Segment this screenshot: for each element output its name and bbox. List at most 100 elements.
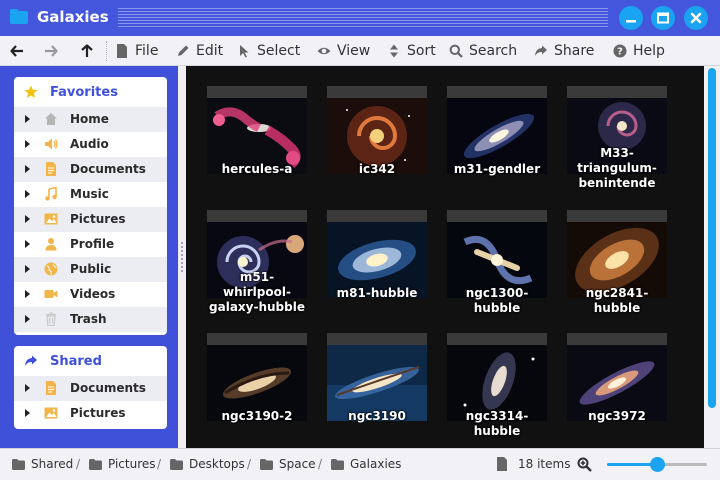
file-menu[interactable]: File (115, 36, 158, 66)
expand-arrow-icon[interactable] (25, 240, 30, 248)
file-thumbnail[interactable]: m31-gendler (447, 86, 547, 190)
file-thumbnail[interactable]: ngc1300-hubble (447, 210, 547, 315)
thumbnail-header (327, 210, 427, 222)
file-thumbnail[interactable]: ic342 (327, 86, 427, 190)
expand-arrow-icon[interactable] (25, 265, 30, 273)
file-thumbnail[interactable]: ngc3190-2 (207, 333, 307, 437)
file-thumbnail[interactable]: ngc3314-hubble (447, 333, 547, 438)
menu-separator (106, 41, 107, 61)
breadcrumb-item[interactable]: Space (260, 457, 316, 471)
sidebar-item-public[interactable]: Public (14, 257, 167, 282)
expand-arrow-icon[interactable] (25, 290, 30, 298)
sidebar-item-label: Videos (70, 287, 116, 301)
file-name: ngc2841-hubble (585, 286, 649, 315)
minimize-button[interactable] (619, 6, 643, 30)
title-drag-area[interactable] (118, 8, 608, 28)
sidebar-item-trash[interactable]: Trash (14, 307, 167, 332)
file-thumbnail[interactable]: ngc3190 (327, 333, 427, 437)
sidebar-item-pictures[interactable]: Pictures (14, 401, 167, 426)
select-menu[interactable]: Select (237, 36, 300, 66)
sidebar-item-home[interactable]: Home (14, 107, 167, 132)
up-icon (81, 44, 93, 57)
thumbnail-header (207, 333, 307, 345)
breadcrumb-separator: / (76, 457, 81, 471)
scrollbar-thumb[interactable] (708, 68, 716, 408)
file-name: ngc3190 (348, 409, 406, 423)
sidebar-item-documents[interactable]: Documents (14, 157, 167, 182)
maximize-button[interactable] (651, 6, 675, 30)
sidebar-item-audio[interactable]: Audio (14, 132, 167, 157)
forward-button[interactable] (44, 36, 64, 66)
forward-icon (45, 45, 58, 57)
sidebar-item-label: Pictures (70, 212, 126, 226)
help-icon: ? (613, 44, 627, 58)
title-bar[interactable]: Galaxies (0, 0, 720, 36)
breadcrumb-item[interactable]: Desktops (170, 457, 245, 471)
expand-arrow-icon[interactable] (25, 315, 30, 323)
expand-arrow-icon[interactable] (25, 384, 30, 392)
view-menu[interactable]: View (317, 36, 370, 66)
sidebar-item-music[interactable]: Music (14, 182, 167, 207)
view-menu-label: View (337, 43, 371, 59)
breadcrumb-item[interactable]: Shared (12, 457, 73, 471)
favorites-title: Favorites (50, 84, 118, 100)
file-thumbnail[interactable]: M33-triangulum-benintende (567, 86, 667, 190)
sidebar-item-label: Documents (70, 162, 146, 176)
file-icon (497, 457, 507, 471)
share-menu[interactable]: Share (534, 36, 594, 66)
expand-arrow-icon[interactable] (25, 165, 30, 173)
back-button[interactable] (10, 36, 30, 66)
file-thumbnail[interactable]: m51-whirlpool-galaxy-hubble (207, 210, 307, 314)
expand-arrow-icon[interactable] (25, 215, 30, 223)
sidebar-item-videos[interactable]: Videos (14, 282, 167, 307)
splitter-grip[interactable] (181, 242, 183, 272)
maximize-icon (657, 12, 669, 24)
breadcrumb-item[interactable]: Galaxies (331, 457, 401, 471)
sidebar-item-documents[interactable]: Documents (14, 376, 167, 401)
edit-menu-label: Edit (196, 43, 224, 59)
sidebar-item-profile[interactable]: Profile (14, 232, 167, 257)
vertical-scrollbar[interactable] (704, 66, 720, 448)
sidebar-item-label: Trash (70, 312, 107, 326)
close-button[interactable] (684, 6, 708, 30)
item-count: 18 items (496, 457, 570, 471)
file-thumbnail[interactable]: hercules-a (207, 86, 307, 190)
thumbnail-header (447, 333, 547, 345)
expand-arrow-icon[interactable] (25, 409, 30, 417)
search-menu-label: Search (469, 43, 518, 59)
search-menu[interactable]: Search (449, 36, 517, 66)
breadcrumb-label: Space (279, 457, 316, 471)
help-menu[interactable]: ? Help (613, 36, 665, 66)
file-thumbnail[interactable]: ngc2841-hubble (567, 210, 667, 315)
zoom-slider[interactable] (607, 457, 707, 472)
zoom-slider-knob[interactable] (649, 457, 665, 472)
file-name: m31-gendler (453, 162, 541, 176)
breadcrumb-item[interactable]: Pictures (89, 457, 156, 471)
folder-icon (170, 458, 183, 470)
sidebar-item-pictures[interactable]: Pictures (14, 207, 167, 232)
edit-menu[interactable]: Edit (176, 36, 223, 66)
file-thumbnail[interactable]: m81-hubble (327, 210, 427, 314)
breadcrumb-label: Shared (31, 457, 74, 471)
thumbnail-header (447, 210, 547, 222)
expand-arrow-icon[interactable] (25, 140, 30, 148)
sort-menu-label: Sort (407, 43, 436, 59)
pane-splitter[interactable] (178, 66, 186, 448)
home-icon (45, 113, 57, 125)
zoom-icon[interactable] (577, 457, 592, 472)
favorites-header[interactable]: Favorites (14, 77, 167, 107)
expand-arrow-icon[interactable] (25, 115, 30, 123)
picture-icon (44, 407, 58, 419)
star-icon (24, 85, 38, 98)
back-icon (10, 45, 23, 57)
sort-menu[interactable]: Sort (387, 36, 436, 66)
expand-arrow-icon[interactable] (25, 190, 30, 198)
breadcrumb-label: Galaxies (350, 457, 402, 471)
shared-header[interactable]: Shared (14, 346, 167, 376)
share-icon (25, 355, 37, 366)
shared-list: Documents Pictures (14, 376, 167, 426)
file-name: M33-triangulum-benintende (577, 146, 657, 190)
up-button[interactable] (80, 36, 100, 66)
file-thumbnail[interactable]: ngc3972 (567, 333, 667, 437)
trash-icon (46, 312, 56, 326)
